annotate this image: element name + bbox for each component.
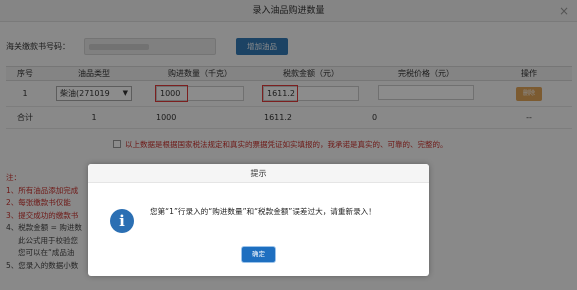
dialog-message: 您第“1”行录入的“购进数量”和“税款金额”误差过大，请重新录入！ — [150, 207, 376, 216]
alert-dialog: 提示 i 您第“1”行录入的“购进数量”和“税款金额”误差过大，请重新录入！ 确… — [88, 164, 429, 276]
ok-button[interactable]: 确定 — [242, 247, 275, 262]
info-icon: i — [110, 209, 134, 233]
dialog-title: 提示 — [88, 164, 429, 183]
